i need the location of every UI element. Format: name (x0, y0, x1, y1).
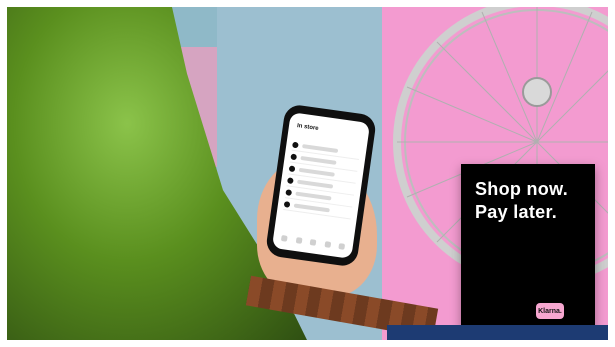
list-item-text (297, 179, 334, 189)
phone-screen: In store (271, 112, 371, 259)
list-item-text (302, 143, 339, 153)
nav-icon (338, 243, 346, 250)
list-item-icon (285, 188, 293, 196)
sign-headline-1: Shop now. (475, 179, 569, 199)
list-item-icon (292, 141, 299, 148)
promo-sign: Shop now. Pay later. Klarna. (461, 164, 595, 332)
nav-icon (280, 235, 288, 242)
photo-scene: In store Shop now. Pay later. Klarna. (7, 7, 608, 340)
sign-headline-2: Pay later. (475, 202, 558, 222)
nav-icon (323, 241, 331, 248)
klarna-logo: Klarna. (536, 303, 564, 319)
list-item-text (300, 155, 337, 165)
nav-icon (309, 239, 317, 246)
list-item-text (295, 191, 332, 201)
phone-app-title: In store (296, 123, 319, 133)
list-item-text (298, 167, 335, 177)
list-item-icon (290, 153, 298, 160)
list-item-text (293, 202, 330, 212)
list-item-icon (283, 200, 291, 208)
phone-bottom-nav (280, 235, 346, 252)
table-edge (387, 325, 608, 340)
list-item-icon (287, 176, 294, 184)
nav-icon (295, 237, 303, 244)
list-item-icon (288, 164, 296, 172)
phone-list (283, 138, 361, 220)
